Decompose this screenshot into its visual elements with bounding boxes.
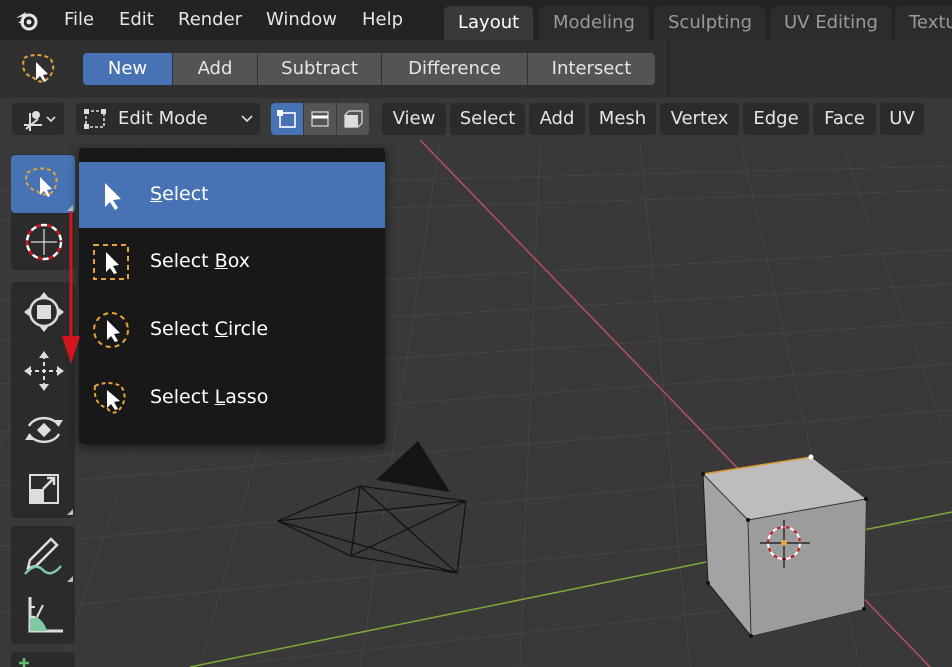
select-tool-popup-menu: Select Select Box Select Circle Select L… — [79, 148, 385, 444]
measure-tool-button[interactable] — [11, 585, 75, 643]
menu-help[interactable]: Help — [362, 9, 403, 30]
tab-layout[interactable]: Layout — [444, 6, 534, 40]
tab-uv-editing[interactable]: UV Editing — [770, 6, 892, 40]
move-tool-button[interactable] — [11, 341, 75, 399]
annotate-tool-button[interactable] — [11, 526, 75, 584]
menu-view[interactable]: View — [382, 103, 446, 135]
rotate-tool-button[interactable] — [11, 400, 75, 458]
select-circle-icon — [93, 312, 129, 348]
interaction-mode-dropdown[interactable]: Edit Mode — [76, 103, 260, 135]
select-tool-button[interactable] — [11, 155, 75, 213]
cursor-icon — [25, 223, 63, 261]
vertex-select-icon — [277, 110, 296, 128]
tool-settings-header: New Add Subtract Difference Intersect — [0, 40, 952, 98]
vertex-select-button[interactable] — [271, 103, 303, 135]
blender-logo-icon[interactable] — [14, 8, 40, 32]
rotate-icon — [25, 416, 63, 444]
menu-edge[interactable]: Edge — [743, 103, 809, 135]
transform-icon — [24, 292, 64, 332]
tool-variants-corner — [67, 509, 73, 515]
tab-sculpting[interactable]: Sculpting — [654, 6, 767, 40]
tab-modeling[interactable]: Modeling — [539, 6, 649, 40]
left-toolbar — [8, 148, 88, 667]
editor-type-dropdown[interactable] — [12, 103, 64, 135]
menu-render[interactable]: Render — [178, 9, 242, 30]
scale-tool-button[interactable] — [11, 459, 75, 517]
interaction-mode-label: Edit Mode — [118, 108, 208, 129]
popup-item-select[interactable]: Select — [79, 162, 385, 228]
mode-new-button[interactable]: New — [83, 53, 172, 85]
measure-icon — [28, 597, 63, 633]
chevron-down-icon — [241, 115, 253, 123]
annotate-icon — [24, 537, 62, 575]
tool-variants-corner — [67, 576, 73, 582]
scale-icon — [29, 474, 59, 504]
select-icon — [105, 183, 121, 210]
edge-select-button[interactable] — [304, 103, 336, 135]
popup-item-select-lasso[interactable]: Select Lasso — [79, 365, 385, 431]
menu-vertex[interactable]: Vertex — [660, 103, 739, 135]
popup-item-select-circle[interactable]: Select Circle — [79, 297, 385, 363]
move-icon — [24, 351, 64, 391]
popup-item-label: Select Box — [150, 250, 250, 272]
select-box-icon — [93, 244, 129, 280]
viewport-header: Edit Mode View Select Add Mesh Vertex Ed… — [0, 98, 952, 140]
select-lasso-icon — [93, 382, 126, 414]
transform-tool-button[interactable] — [11, 282, 75, 340]
menu-file[interactable]: File — [64, 9, 94, 30]
cursor-tool-button[interactable] — [11, 212, 75, 270]
menu-select[interactable]: Select — [450, 103, 525, 135]
tool-variants-corner — [67, 205, 73, 211]
add-cube-icon — [19, 658, 29, 667]
menu-window[interactable]: Window — [266, 9, 337, 30]
menu-uv[interactable]: UV — [880, 103, 924, 135]
edit-mode-icon — [84, 109, 106, 129]
edge-select-icon — [311, 111, 329, 127]
menu-edit[interactable]: Edit — [119, 9, 154, 30]
popup-item-label: Select Circle — [150, 318, 269, 340]
top-menu-bar: File Edit Render Window Help Layout Mode… — [0, 0, 952, 40]
mode-add-button[interactable]: Add — [173, 53, 257, 85]
mode-difference-button[interactable]: Difference — [382, 53, 527, 85]
face-select-button[interactable] — [337, 103, 369, 135]
popup-item-select-box[interactable]: Select Box — [79, 229, 385, 295]
3d-viewport-icon — [24, 111, 56, 131]
select-lasso-icon[interactable] — [16, 50, 60, 90]
popup-item-label: Select — [150, 183, 209, 205]
popup-item-label: Select Lasso — [150, 386, 269, 408]
tab-texture-paint[interactable]: Textu — [895, 6, 952, 40]
menu-face[interactable]: Face — [813, 103, 876, 135]
face-select-icon — [344, 110, 363, 128]
add-cube-tool-button[interactable] — [11, 652, 75, 667]
menu-mesh[interactable]: Mesh — [589, 103, 656, 135]
header-divider — [668, 40, 669, 98]
select-icon — [25, 167, 58, 197]
mode-subtract-button[interactable]: Subtract — [258, 53, 381, 85]
mode-intersect-button[interactable]: Intersect — [528, 53, 655, 85]
menu-add[interactable]: Add — [529, 103, 585, 135]
